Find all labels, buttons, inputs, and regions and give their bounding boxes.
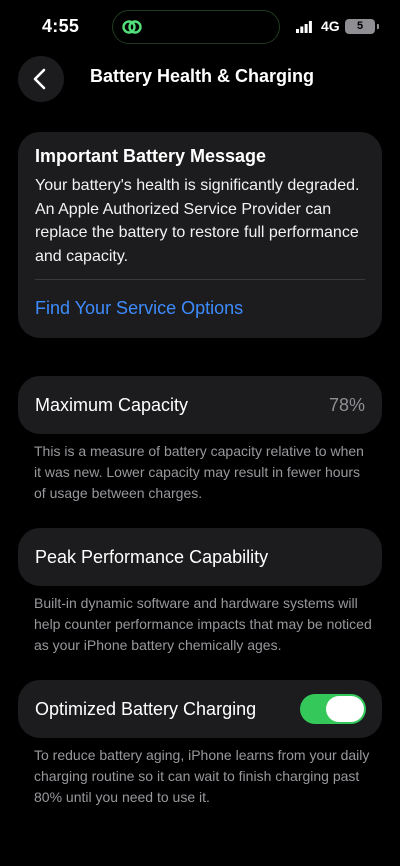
battery-message-card: Important Battery Message Your battery's… (18, 132, 382, 338)
dynamic-island (112, 10, 280, 44)
peak-performance-description: Built-in dynamic software and hardware s… (34, 595, 372, 653)
status-time: 4:55 (42, 16, 80, 36)
optimized-charging-row: Optimized Battery Charging (18, 680, 382, 738)
message-body: Your battery's health is significantly d… (35, 177, 360, 265)
divider (35, 279, 365, 280)
max-capacity-description: This is a measure of battery capacity re… (34, 443, 364, 501)
max-capacity-label: Maximum Capacity (35, 395, 189, 415)
max-capacity-value: 78% (328, 395, 365, 415)
back-button[interactable] (18, 56, 64, 102)
peak-performance-label: Peak Performance Capability (35, 547, 269, 567)
battery-icon: 5 (345, 19, 379, 34)
toggle-knob (326, 696, 364, 722)
page-title: Battery Health & Charging (90, 66, 315, 86)
max-capacity-row: Maximum Capacity 78% (18, 376, 382, 434)
peak-performance-row: Peak Performance Capability (18, 528, 382, 586)
chevron-left-icon (33, 68, 46, 90)
signal-icon (296, 21, 312, 33)
message-title: Important Battery Message (35, 146, 267, 166)
network-type: 4G (321, 18, 340, 34)
service-options-link[interactable]: Find Your Service Options (35, 298, 365, 319)
optimized-charging-description: To reduce battery aging, iPhone learns f… (34, 747, 370, 805)
optimized-charging-label: Optimized Battery Charging (35, 699, 257, 719)
optimized-charging-toggle[interactable] (300, 694, 366, 724)
link-icon (122, 20, 142, 34)
battery-level: 5 (356, 20, 364, 32)
status-bar: 4:55 4G 5 (0, 0, 400, 54)
